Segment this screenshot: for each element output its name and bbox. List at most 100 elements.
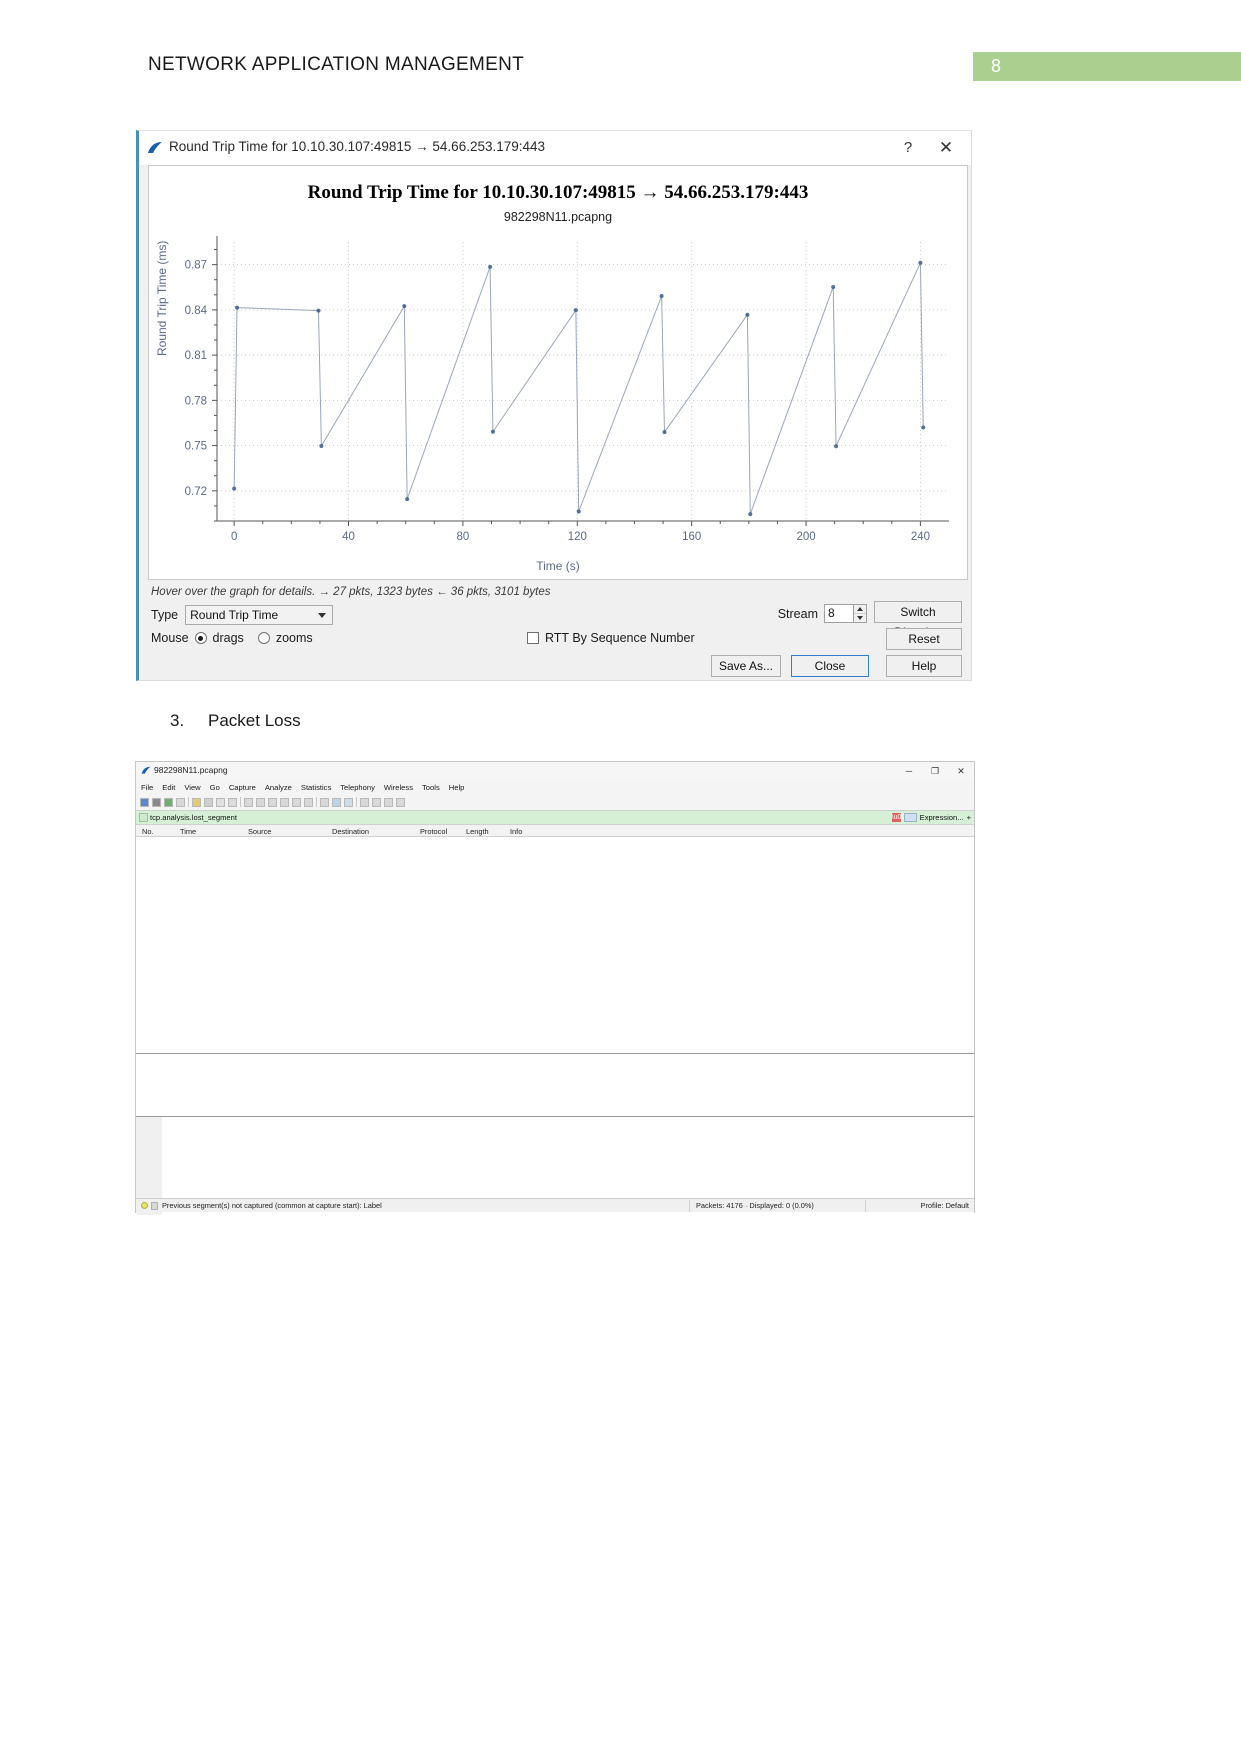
capture-file-properties-icon[interactable] (151, 1201, 158, 1210)
status-packet-counts: Packets: 4176 · Displayed: 0 (0.0%) (696, 1201, 814, 1210)
wireshark-titlebar: 982298N11.pcapng ─ ❐ ✕ (136, 762, 974, 780)
chart-canvas: 0.72 0.75 0.78 0.81 0.84 0.87 0 40 80 120 160 200 24… (185, 236, 949, 543)
wireshark-toolbar (136, 794, 974, 810)
wireshark-window: 982298N11.pcapng ─ ❐ ✕ File Edit View Go Cap… (135, 761, 975, 1215)
column-header-info[interactable]: Info (510, 827, 522, 836)
open-file-icon[interactable] (192, 797, 201, 807)
menu-item-edit[interactable]: Edit (162, 783, 175, 792)
display-filter-bar[interactable]: tcp.analysis.lost_segment \u00d7 Express… (136, 810, 974, 824)
find-packet-icon[interactable] (244, 797, 253, 807)
wireshark-title: 982298N11.pcapng (154, 765, 228, 775)
go-forward-icon[interactable] (268, 797, 277, 807)
save-file-icon[interactable] (204, 797, 213, 807)
rtt-by-sequence-checkbox[interactable] (527, 632, 539, 644)
section-title: Packet Loss (208, 711, 301, 730)
stop-capture-icon[interactable] (152, 797, 161, 807)
filter-bookmark-icon[interactable] (139, 813, 148, 822)
svg-text:0.78: 0.78 (185, 395, 207, 407)
filter-add-button[interactable]: + (967, 813, 971, 822)
rtt-plot[interactable]: Round Trip Time for 10.10.30.107:49815 →… (148, 165, 968, 580)
zoom-out-icon[interactable] (372, 797, 381, 807)
radio-drags-label: drags (212, 631, 244, 645)
mouse-mode-control: Mouse drags zooms (151, 631, 313, 645)
clear-filter-icon[interactable]: \u00d7 (891, 813, 913, 822)
resize-columns-icon[interactable] (344, 797, 353, 807)
save-as-button[interactable]: Save As... (711, 655, 781, 677)
switch-direction-button[interactable]: Switch Direction (874, 601, 962, 639)
filter-expression-button[interactable]: Expression... (920, 813, 964, 822)
go-first-packet-icon[interactable] (292, 797, 301, 807)
packet-list-header[interactable]: No. Time Source Destination Protocol Length In… (136, 824, 974, 837)
column-header-length[interactable]: Length (466, 827, 489, 836)
svg-text:80: 80 (457, 531, 470, 543)
display-filter-input[interactable]: tcp.analysis.lost_segment (150, 813, 974, 822)
menu-item-tools[interactable]: Tools (422, 783, 440, 792)
svg-text:0.81: 0.81 (185, 350, 207, 362)
section-number: 3. (170, 711, 185, 730)
auto-scroll-icon[interactable] (320, 797, 329, 807)
menu-item-statistics[interactable]: Statistics (301, 783, 331, 792)
help-icon[interactable]: ? (893, 135, 923, 161)
restart-capture-icon[interactable] (164, 797, 173, 807)
stream-stepper[interactable] (854, 604, 867, 623)
close-icon[interactable]: ✕ (931, 135, 961, 161)
stepper-down-icon[interactable] (854, 614, 866, 622)
svg-text:0.87: 0.87 (185, 260, 207, 272)
go-last-packet-icon[interactable] (304, 797, 313, 807)
packet-details-pane[interactable] (136, 1054, 974, 1116)
type-dropdown-value: Round Trip Time (190, 608, 279, 622)
help-button[interactable]: Help (886, 655, 962, 677)
reset-button[interactable]: Reset (886, 628, 962, 650)
menu-item-capture[interactable]: Capture (229, 783, 256, 792)
radio-drags[interactable] (194, 632, 207, 644)
menu-item-analyze[interactable]: Analyze (265, 783, 292, 792)
type-control: Type Round Trip Time (151, 605, 334, 625)
close-file-icon[interactable] (216, 797, 225, 807)
column-header-destination[interactable]: Destination (332, 827, 369, 836)
graph-hover-hint: Hover over the graph for details. → 27 p… (151, 586, 551, 598)
packet-list-pane[interactable] (136, 837, 974, 1053)
column-header-no[interactable]: No. (142, 827, 154, 836)
document-header: NETWORK APPLICATION MANAGEMENT 8 (0, 0, 1241, 110)
minimize-icon[interactable]: ─ (896, 762, 922, 780)
menu-item-telephony[interactable]: Telephony (340, 783, 375, 792)
go-to-packet-icon[interactable] (280, 797, 289, 807)
type-dropdown[interactable]: Round Trip Time (185, 605, 334, 625)
svg-text:0.84: 0.84 (185, 305, 208, 317)
wireshark-menubar: File Edit View Go Capture Analyze Statistics Te… (136, 780, 974, 794)
svg-text:200: 200 (796, 531, 815, 543)
menu-item-help[interactable]: Help (449, 783, 465, 792)
menu-item-wireless[interactable]: Wireless (384, 783, 413, 792)
colorize-icon[interactable] (332, 797, 341, 807)
start-capture-icon[interactable] (140, 797, 149, 807)
stepper-up-icon[interactable] (854, 605, 866, 614)
capture-options-icon[interactable] (176, 797, 185, 807)
zoom-reset-icon[interactable] (384, 797, 393, 807)
page-number-banner: 8 (973, 52, 1241, 81)
column-header-time[interactable]: Time (180, 827, 196, 836)
section-heading: 3. Packet Loss (170, 711, 301, 731)
mouse-label: Mouse (151, 631, 189, 645)
wireshark-logo-icon (148, 142, 162, 153)
menu-item-go[interactable]: Go (210, 783, 220, 792)
resize-icon[interactable] (396, 797, 405, 807)
reload-file-icon[interactable] (228, 797, 237, 807)
apply-filter-icon[interactable] (903, 813, 917, 822)
radio-zooms-label: zooms (275, 631, 313, 645)
svg-text:0: 0 (231, 531, 237, 543)
go-back-icon[interactable] (256, 797, 265, 807)
column-header-protocol[interactable]: Protocol (420, 827, 447, 836)
page-number: 8 (991, 56, 1002, 76)
zoom-in-icon[interactable] (360, 797, 369, 807)
column-header-source[interactable]: Source (248, 827, 271, 836)
rtt-by-sequence-control: RTT By Sequence Number (527, 631, 695, 645)
close-button[interactable]: Close (791, 655, 869, 677)
menu-item-view[interactable]: View (184, 783, 200, 792)
close-icon[interactable]: ✕ (948, 762, 974, 780)
radio-zooms[interactable] (257, 632, 270, 644)
maximize-icon[interactable]: ❐ (922, 762, 948, 780)
type-label: Type (151, 608, 179, 622)
menu-item-file[interactable]: File (141, 783, 153, 792)
expert-info-icon[interactable] (141, 1202, 148, 1209)
stream-number-input[interactable]: 8 (824, 604, 854, 623)
